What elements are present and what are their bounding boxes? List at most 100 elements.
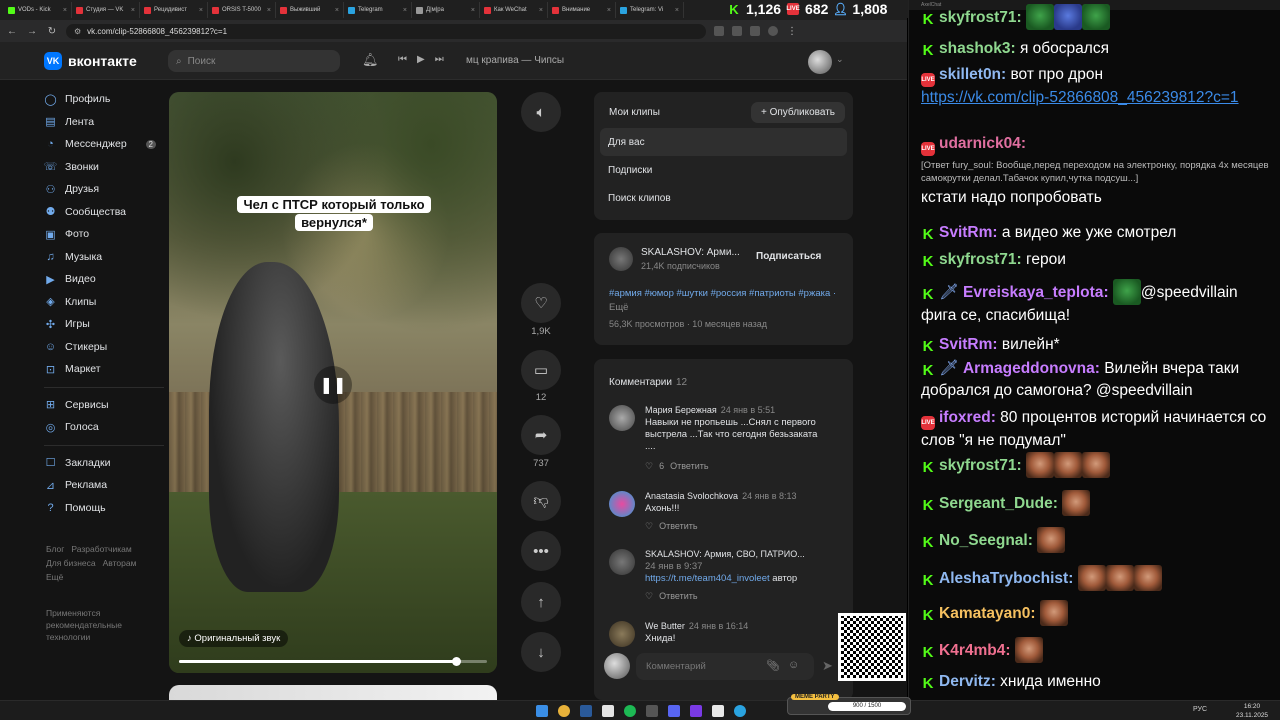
hashtag-list[interactable]: #армия #юмор #шутки #россия #патриоты #р… (609, 288, 830, 299)
chat-username[interactable]: skillet0n (939, 66, 1001, 83)
chat-username[interactable]: shashok3 (939, 40, 1011, 57)
comment-author[interactable]: SKALASHOV: Армия, СВО, ПАТРИО... (645, 549, 805, 559)
footer-link[interactable]: Для бизнеса (46, 558, 96, 568)
sidebar-item-photo[interactable]: ▣ Фото (44, 223, 164, 246)
chat-username[interactable]: Armageddonovna (963, 360, 1095, 377)
chat-username[interactable]: Evreiskaya_teplota (963, 284, 1103, 301)
language-indicator[interactable]: РУС (1193, 706, 1207, 713)
discord-icon[interactable] (668, 705, 680, 717)
dislike-button[interactable]: 👎︎ (521, 481, 561, 521)
comment-avatar[interactable] (609, 405, 635, 431)
comment-author[interactable]: Мария Бережная (645, 405, 717, 415)
original-sound-label[interactable]: ♪ Оригинальный звук (179, 630, 289, 647)
chat-username[interactable]: skyfrost71 (939, 457, 1017, 474)
user-avatar[interactable] (808, 50, 832, 74)
reload-icon[interactable]: ↻ (46, 26, 58, 37)
heart-icon[interactable]: ♡ (645, 591, 653, 602)
sidebar-item-feed[interactable]: ▤ Лента (44, 111, 164, 134)
sidebar-item-messenger[interactable]: ◔ Мессенджер 2 (44, 133, 164, 156)
steam-icon[interactable] (580, 705, 592, 717)
back-icon[interactable]: ← (6, 26, 18, 37)
comment-author[interactable]: We Butter (645, 621, 685, 631)
more-button[interactable]: ••• (521, 531, 561, 571)
volume-button[interactable]: 🔈︎ (521, 92, 561, 132)
next-track-icon[interactable]: ⏭ (435, 54, 444, 65)
app-icon[interactable] (602, 705, 614, 717)
sidebar-item-services[interactable]: ⊞ Сервисы (44, 394, 164, 417)
app-icon[interactable] (690, 705, 702, 717)
chat-username[interactable]: No_Seegnal (939, 532, 1028, 549)
tab-subscriptions[interactable]: Подписки (600, 156, 847, 184)
pause-button[interactable]: ❚❚ (314, 366, 352, 404)
browser-tab[interactable]: Д|м|ра × (412, 2, 480, 18)
browser-tab[interactable]: Рецидивист × (140, 2, 208, 18)
next-clip-preview[interactable] (169, 685, 497, 700)
sidebar-item-help[interactable]: ? Помощь (44, 497, 164, 520)
forward-icon[interactable]: → (26, 26, 38, 37)
reply-link[interactable]: Ответить (659, 591, 697, 602)
sidebar-item-ads[interactable]: ⊿ Реклама (44, 474, 164, 497)
close-icon[interactable]: × (607, 7, 611, 14)
vk-logo[interactable]: VK вконтакте (44, 52, 137, 70)
close-icon[interactable]: × (403, 7, 407, 14)
system-clock[interactable]: 16:20 23.11.2025 (1236, 702, 1268, 720)
browser-tab[interactable]: Выживший × (276, 2, 344, 18)
chat-username[interactable]: Sergeant_Dude (939, 495, 1053, 512)
chat-username[interactable]: skyfrost71 (939, 251, 1017, 268)
chevron-down-icon[interactable]: ⌄ (836, 54, 844, 65)
close-icon[interactable]: × (267, 7, 271, 14)
chat-username[interactable]: AleshaTrybochist (939, 570, 1068, 587)
sidebar-item-bookmarks[interactable]: ☐ Закладки (44, 452, 164, 475)
chat-username[interactable]: Kamatayan0 (939, 605, 1030, 622)
chat-username[interactable]: skyfrost71 (939, 9, 1017, 26)
chat-link[interactable]: https://vk.com/clip-52866808_456239812?c… (921, 89, 1239, 106)
sidebar-item-profile[interactable]: ◯ Профиль (44, 88, 164, 111)
my-clips-link[interactable]: Мои клипы (609, 107, 660, 118)
extension-icon[interactable] (714, 26, 724, 36)
heart-icon[interactable]: ♡ (645, 521, 653, 532)
browser-tab[interactable]: Telegram: Vi × (616, 2, 684, 18)
chat-username[interactable]: Dervitz (939, 673, 991, 690)
sidebar-item-clips[interactable]: ◈ Клипы (44, 291, 164, 314)
chat-username[interactable]: udarnick04 (939, 135, 1021, 152)
like-button[interactable]: ♡ (521, 283, 561, 323)
send-icon[interactable]: ➤ (822, 658, 833, 674)
site-info-icon[interactable]: ⚙ (74, 27, 81, 36)
comment-author[interactable]: Anastasia Svolochkova (645, 491, 738, 501)
comment-avatar[interactable] (609, 491, 635, 517)
extension-icon[interactable] (732, 26, 742, 36)
reply-link[interactable]: Ответить (659, 521, 697, 532)
close-icon[interactable]: × (335, 7, 339, 14)
clip-video-player[interactable]: Чел с ПТСР который только вернулся* ❚❚ ♪… (169, 92, 497, 673)
close-icon[interactable]: × (675, 7, 679, 14)
sidebar-item-votes[interactable]: ◎ Голоса (44, 416, 164, 439)
chat-username[interactable]: K4r4mb4 (939, 642, 1005, 659)
close-icon[interactable]: × (471, 7, 475, 14)
attach-icon[interactable]: 📎︎ (766, 659, 780, 672)
publish-button[interactable]: + Опубликовать (750, 101, 845, 123)
menu-icon[interactable]: ⋮ (786, 26, 798, 37)
close-icon[interactable]: × (131, 7, 135, 14)
chat-username[interactable]: SvitRm (939, 336, 992, 353)
browser-tab[interactable]: Telegram × (344, 2, 412, 18)
sidebar-item-games[interactable]: ✣ Игры (44, 313, 164, 336)
chrome-icon[interactable] (558, 705, 570, 717)
start-icon[interactable] (536, 705, 548, 717)
extension-icon[interactable] (750, 26, 760, 36)
more-link[interactable]: Ещё (609, 302, 628, 313)
chat-username[interactable]: ifoxred (939, 409, 991, 426)
sidebar-item-video[interactable]: ▶ Видео (44, 268, 164, 291)
chat-username[interactable]: SvitRm (939, 224, 992, 241)
sidebar-item-music[interactable]: ♫ Музыка (44, 246, 164, 269)
footer-link[interactable]: Авторам (103, 558, 137, 568)
now-playing-title[interactable]: мц крапива — Чипсы (466, 55, 564, 66)
telegram-icon[interactable] (734, 705, 746, 717)
close-icon[interactable]: × (199, 7, 203, 14)
sidebar-item-communities[interactable]: ⚉ Сообщества (44, 201, 164, 224)
sidebar-item-market[interactable]: ⊡ Маркет (44, 358, 164, 381)
footer-link[interactable]: Ещё (46, 572, 63, 582)
footer-link[interactable]: Разработчикам (71, 544, 131, 554)
obs-icon[interactable] (646, 705, 658, 717)
share-button[interactable]: ➦ (521, 415, 561, 455)
close-icon[interactable]: × (539, 7, 543, 14)
